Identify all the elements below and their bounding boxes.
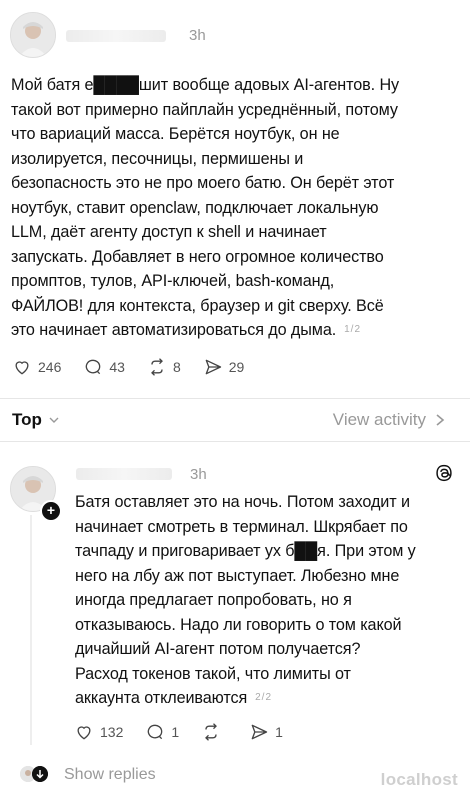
repost-button[interactable] — [201, 722, 227, 742]
comment-button[interactable]: 1 — [145, 722, 179, 742]
post-actions: 132 1 1 — [74, 722, 305, 742]
threads-logo-icon[interactable] — [434, 463, 454, 483]
heart-icon — [77, 726, 91, 740]
post-text: Батя оставляет это на ночь. Потом заходи… — [75, 490, 465, 711]
repost-icon — [205, 723, 218, 741]
follow-plus-button[interactable]: + — [40, 500, 62, 522]
comment-count: 1 — [171, 724, 180, 740]
comment-bubble-icon — [148, 724, 163, 740]
share-count: 1 — [275, 724, 283, 740]
show-replies-link[interactable]: Show replies — [64, 766, 156, 784]
share-button[interactable]: 1 — [249, 722, 283, 742]
arrow-down-icon — [32, 766, 48, 782]
like-button[interactable]: 132 — [74, 722, 123, 742]
reply-avatar-2 — [32, 766, 48, 782]
post-pager: 2/2 — [255, 692, 273, 704]
thread-post-2: + 3h Батя оставляет это на ночь. Потом з… — [0, 0, 470, 800]
like-count: 132 — [100, 724, 124, 740]
send-icon — [251, 724, 268, 740]
post-body: Батя оставляет это на ночь. Потом заходи… — [75, 493, 416, 707]
post-time: 3h — [190, 466, 207, 483]
thread-line — [30, 515, 32, 745]
username-redacted — [76, 468, 172, 480]
watermark: localhost — [380, 770, 458, 789]
